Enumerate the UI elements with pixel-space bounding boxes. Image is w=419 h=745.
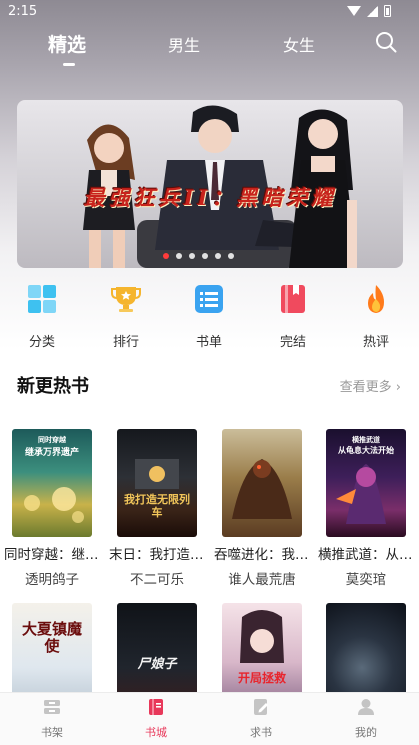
pagination-dot[interactable] bbox=[176, 253, 182, 259]
pagination-dot[interactable] bbox=[202, 253, 208, 259]
see-more-link[interactable]: 查看更多 › bbox=[340, 376, 401, 395]
nav-request-book[interactable]: 求书 bbox=[231, 697, 291, 740]
book-card[interactable]: 吞噬进化：我… 谁人最荒唐 bbox=[214, 429, 309, 588]
flame-icon bbox=[368, 285, 384, 313]
cover-title: 我打造无限列车 bbox=[124, 493, 190, 519]
book-card[interactable]: 横推武道 从龟息大法开始 横推武道：从… 莫奕琯 bbox=[318, 429, 413, 588]
cover-title: 尸娘子 bbox=[137, 657, 177, 672]
book-cover bbox=[222, 429, 302, 537]
bottom-navigation: 书架 书城 求书 我的 bbox=[0, 692, 419, 745]
tab-indicator bbox=[63, 63, 75, 66]
category-label: 分类 bbox=[28, 335, 55, 350]
category-label: 热评 bbox=[362, 335, 389, 350]
cellular-icon bbox=[367, 5, 378, 17]
bookshelf-icon bbox=[44, 700, 60, 714]
cover-art bbox=[135, 459, 179, 489]
nav-label: 书架 bbox=[41, 726, 63, 739]
category-label: 书单 bbox=[195, 335, 222, 350]
cover-art bbox=[24, 487, 84, 523]
nav-label: 我的 bbox=[355, 726, 377, 739]
tab-featured[interactable]: 精选 bbox=[48, 30, 86, 57]
category-completed[interactable]: 完结 bbox=[258, 283, 328, 350]
book-cover: 我打造无限列车 bbox=[117, 429, 197, 537]
book-title: 同时穿越：继… bbox=[4, 547, 99, 563]
grid-icon bbox=[28, 285, 56, 313]
wifi-icon bbox=[347, 6, 361, 16]
nav-bookstore[interactable]: 书城 bbox=[126, 697, 186, 740]
pagination-dot[interactable] bbox=[228, 253, 234, 259]
cover-art bbox=[232, 459, 292, 519]
pagination-dot[interactable] bbox=[189, 253, 195, 259]
category-booklist[interactable]: 书单 bbox=[174, 283, 244, 350]
bookstore-icon bbox=[149, 699, 163, 715]
status-bar: 2:15 bbox=[0, 0, 419, 24]
category-classify[interactable]: 分类 bbox=[7, 283, 77, 350]
see-more-label: 查看更多 bbox=[339, 380, 392, 395]
chevron-right-icon: › bbox=[395, 380, 401, 395]
book-author: 谁人最荒唐 bbox=[228, 572, 296, 588]
book-author: 莫奕琯 bbox=[345, 572, 387, 588]
banner-pagination bbox=[163, 253, 234, 259]
request-book-icon bbox=[254, 699, 268, 715]
book-title: 末日：我打造… bbox=[109, 547, 204, 563]
status-icons bbox=[347, 5, 391, 17]
pagination-dot[interactable] bbox=[163, 253, 169, 259]
category-label: 排行 bbox=[112, 335, 139, 350]
category-shortcuts: 分类 排行 书单 完结 热评 bbox=[0, 283, 419, 350]
list-icon bbox=[195, 285, 223, 313]
book-title: 横推武道：从… bbox=[318, 547, 413, 563]
category-label: 完结 bbox=[279, 335, 306, 350]
pagination-dot[interactable] bbox=[215, 253, 221, 259]
search-icon bbox=[376, 32, 397, 53]
nav-label: 书城 bbox=[145, 726, 167, 739]
book-title: 吞噬进化：我… bbox=[214, 547, 309, 563]
category-ranking[interactable]: 排行 bbox=[91, 283, 161, 350]
nav-label: 求书 bbox=[250, 726, 272, 739]
top-tabs: 精选 男生 女生 bbox=[0, 28, 419, 68]
promo-banner[interactable]: 最强狂兵II：黑暗荣耀 bbox=[17, 100, 403, 268]
cover-title: 开局拯救 bbox=[237, 671, 286, 685]
tab-male[interactable]: 男生 bbox=[168, 32, 200, 56]
book-cover: 横推武道 从龟息大法开始 bbox=[326, 429, 406, 537]
book-author: 不二可乐 bbox=[130, 572, 184, 588]
nav-profile[interactable]: 我的 bbox=[336, 697, 396, 740]
cover-art bbox=[336, 464, 386, 524]
book-card[interactable]: 同时穿越 继承万界遗产 同时穿越：继… 透明鸽子 bbox=[4, 429, 99, 588]
book-author: 透明鸽子 bbox=[25, 572, 79, 588]
search-button[interactable] bbox=[375, 31, 397, 53]
cover-title: 大夏镇魔使 bbox=[22, 620, 83, 655]
book-cover: 同时穿越 继承万界遗产 bbox=[12, 429, 92, 537]
tab-female[interactable]: 女生 bbox=[283, 32, 315, 56]
book-card[interactable]: 我打造无限列车 末日：我打造… 不二可乐 bbox=[109, 429, 204, 588]
banner-title: 最强狂兵II：黑暗荣耀 bbox=[83, 185, 337, 210]
section-title: 新更热书 bbox=[17, 376, 89, 397]
profile-icon bbox=[358, 699, 374, 715]
category-hot-reviews[interactable]: 热评 bbox=[341, 283, 411, 350]
trophy-icon bbox=[111, 287, 141, 312]
bookmark-book-icon bbox=[281, 285, 305, 313]
nav-bookshelf[interactable]: 书架 bbox=[22, 697, 82, 740]
battery-icon bbox=[384, 5, 391, 17]
status-time: 2:15 bbox=[8, 4, 38, 19]
